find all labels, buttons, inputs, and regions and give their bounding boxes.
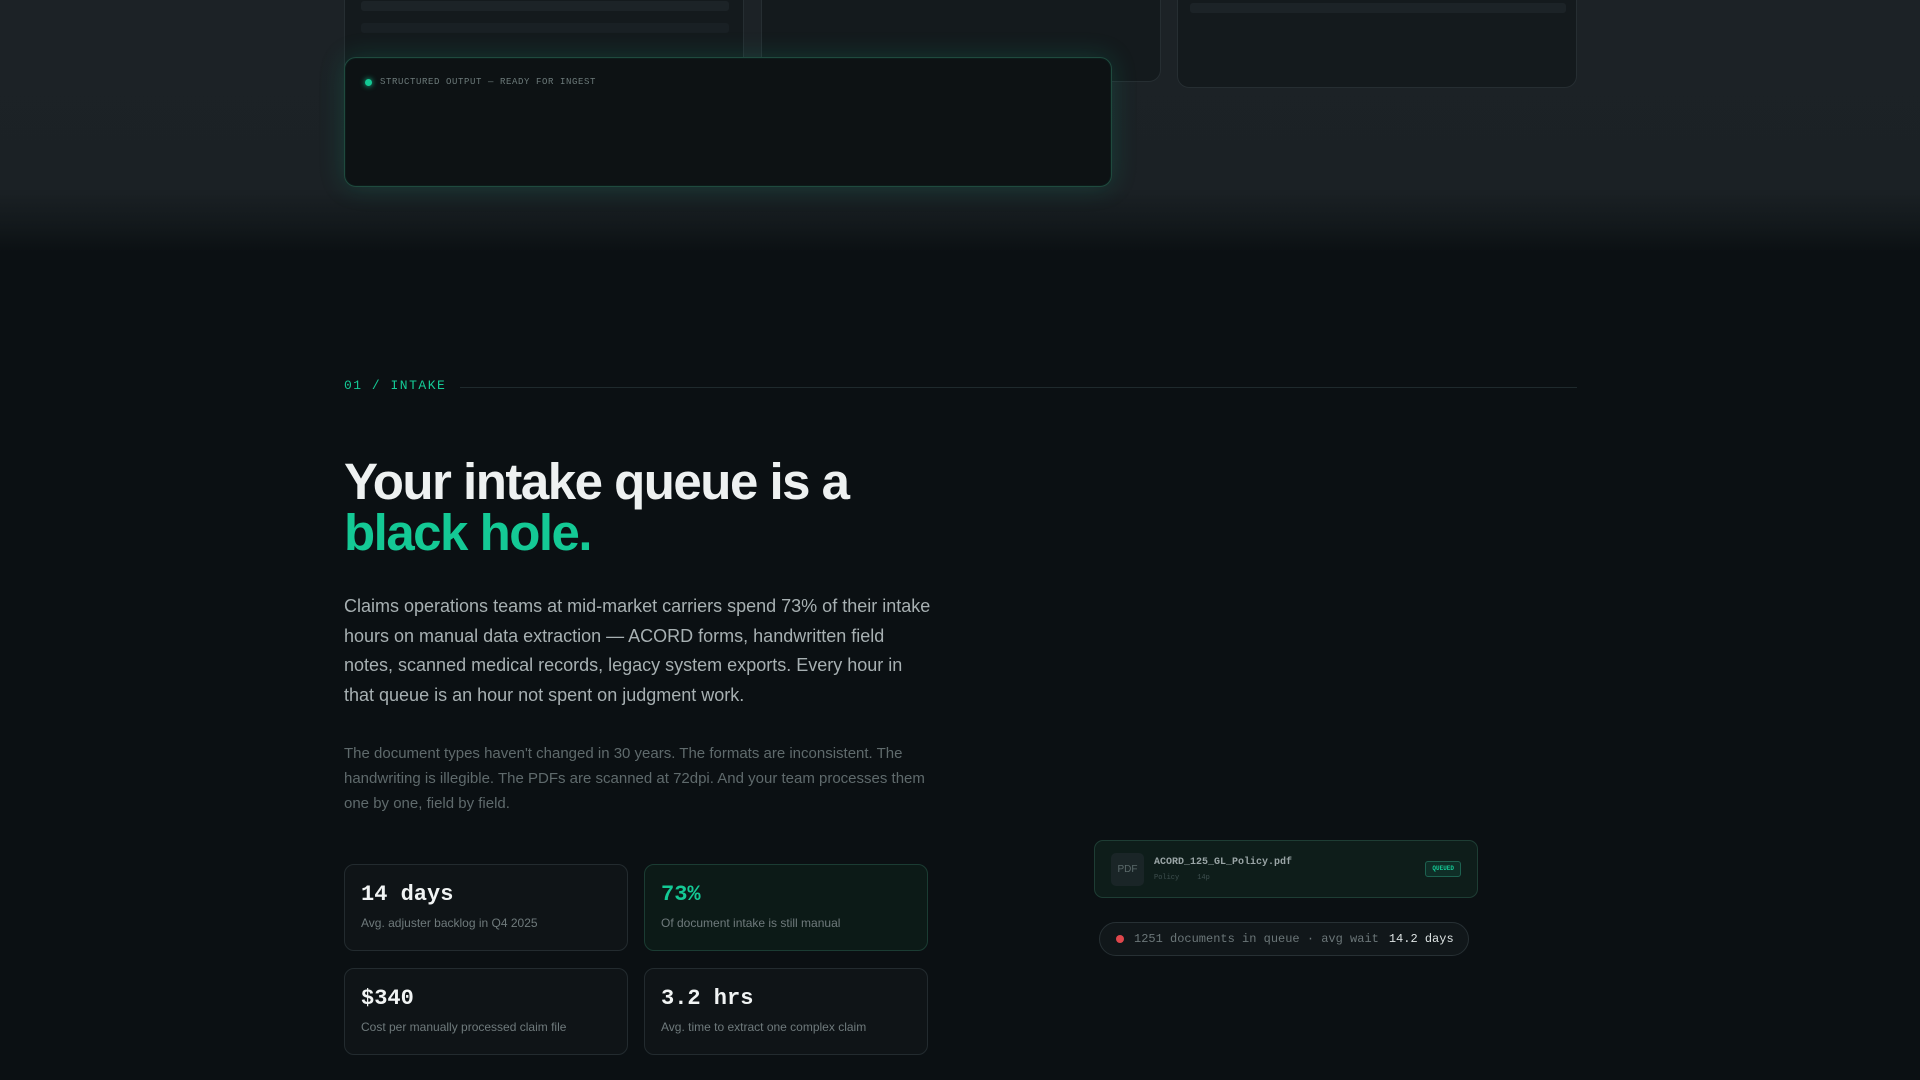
stat-label: Cost per manually processed claim file (361, 1020, 567, 1034)
queued-document: PDF ACORD_125_GL_Policy.pdf Policy 14p Q… (1094, 840, 1478, 898)
stat-value: 73% (661, 882, 701, 907)
section-tag: 01 / INTAKE (344, 378, 447, 393)
page-title: Your intake queue is a black hole. (344, 456, 964, 558)
placeholder-bar (361, 1, 729, 11)
hero-visual-band: STRUCTURED OUTPUT — READY FOR INGEST (0, 0, 1920, 252)
stat-card-backlog: 14 days Avg. adjuster backlog in Q4 2025 (344, 864, 628, 951)
queue-status-pill: 1251 documents in queue · avg wait 14.2 … (1099, 922, 1469, 956)
lead-paragraph: Claims operations teams at mid-market ca… (344, 596, 931, 705)
queue-count-text: 1251 documents in queue · avg wait (1134, 932, 1379, 946)
alert-dot-icon (1116, 935, 1124, 943)
supporting-paragraph: The document types haven't changed in 30… (344, 745, 925, 812)
output-status: STRUCTURED OUTPUT — READY FOR INGEST (365, 77, 596, 87)
queue-wait-time: 14.2 days (1388, 932, 1454, 946)
stat-label: Of document intake is still manual (661, 916, 841, 930)
document-card (1177, 0, 1577, 88)
stat-value: 14 days (361, 882, 454, 907)
stat-label: Avg. time to extract one complex claim (661, 1020, 867, 1034)
placeholder-bar (361, 23, 729, 33)
placeholder-bar (1190, 3, 1566, 13)
file-meta: Policy 14p (1154, 874, 1210, 882)
stat-label: Avg. adjuster backlog in Q4 2025 (361, 916, 538, 930)
stat-value: 3.2 hrs (661, 986, 754, 1011)
section-divider (460, 387, 1577, 388)
stat-card-extraction-time: 3.2 hrs Avg. time to extract one complex… (644, 968, 928, 1055)
title-accent: black hole. (344, 504, 593, 561)
stat-value: $340 (361, 986, 414, 1011)
status-badge: QUEUED (1425, 861, 1461, 877)
output-status-label: STRUCTURED OUTPUT — READY FOR INGEST (380, 77, 597, 87)
stat-card-manual-intake: 73% Of document intake is still manual (644, 864, 928, 951)
structured-output-card: STRUCTURED OUTPUT — READY FOR INGEST (344, 57, 1112, 187)
title-line: Your intake queue is a (344, 453, 850, 510)
file-page-count: 14p (1197, 874, 1210, 882)
status-dot-icon (365, 78, 372, 86)
file-type-label: Policy (1154, 874, 1180, 882)
pdf-file-icon: PDF (1111, 853, 1144, 886)
stat-card-cost: $340 Cost per manually processed claim f… (344, 968, 628, 1055)
file-name: ACORD_125_GL_Policy.pdf (1154, 857, 1293, 868)
